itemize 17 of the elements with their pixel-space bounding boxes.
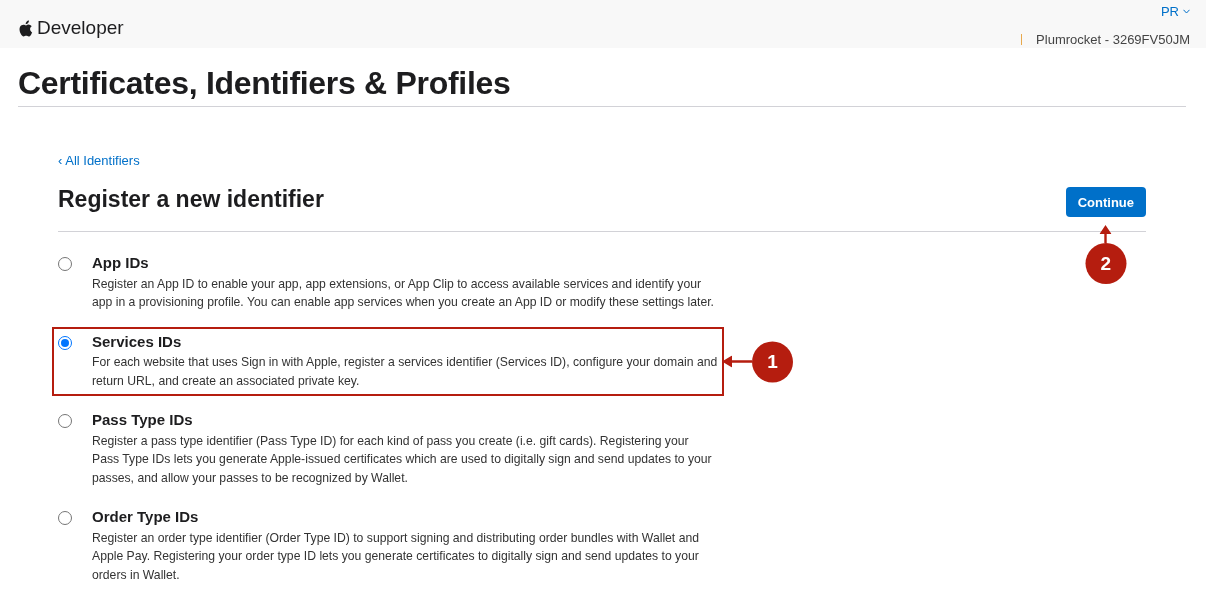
step-number-marker: 2 (1085, 243, 1127, 285)
continue-button[interactable]: Continue (1065, 187, 1146, 218)
option-title: Services IDs (92, 331, 183, 352)
step-number-marker: 1 (752, 341, 793, 383)
account-menu[interactable]: PR (1160, 2, 1190, 22)
brand-name[interactable]: Developer (37, 13, 124, 43)
back-link[interactable]: ‹ All Identifiers (58, 151, 140, 171)
page-title: Certificates, Identifiers & Profiles (18, 64, 1186, 108)
option-description: Register an order type identifier (Order Type ID) to support signing and distributing order bundles with Wallet and Apple Pay. Registering your order type ID lets you generate certificates to digitally sign and send updates to your orders in Wallet. (92, 529, 700, 584)
option-description: For each website that uses Sign in with Apple, register a services identifier (Services ID), configure your domain and return URL, and create an associated private key. (92, 354, 718, 390)
team-name: Plumrocket - 3269FV50JM (1036, 30, 1190, 49)
section-heading: Register a new identifier (58, 186, 324, 214)
option-title: Order Type IDs (92, 507, 200, 528)
option-title: App IDs (92, 253, 150, 274)
option-title: Pass Type IDs (92, 410, 194, 431)
option-description: Register an App ID to enable your app, app extensions, or App Clip to access available services and identify your app in a provisioning profile. You can enable app services when you create an App ID or modify these settings later. (92, 275, 715, 312)
option-description: Register a pass type identifier (Pass Type ID) for each kind of pass you create (i.e. gift cards). Registering your Pass Type IDs lets you generate Apple-issued certificates which are used to digitally sign and send updates to your passes, and allow your passes to be recognized by Wallet. (92, 432, 713, 487)
